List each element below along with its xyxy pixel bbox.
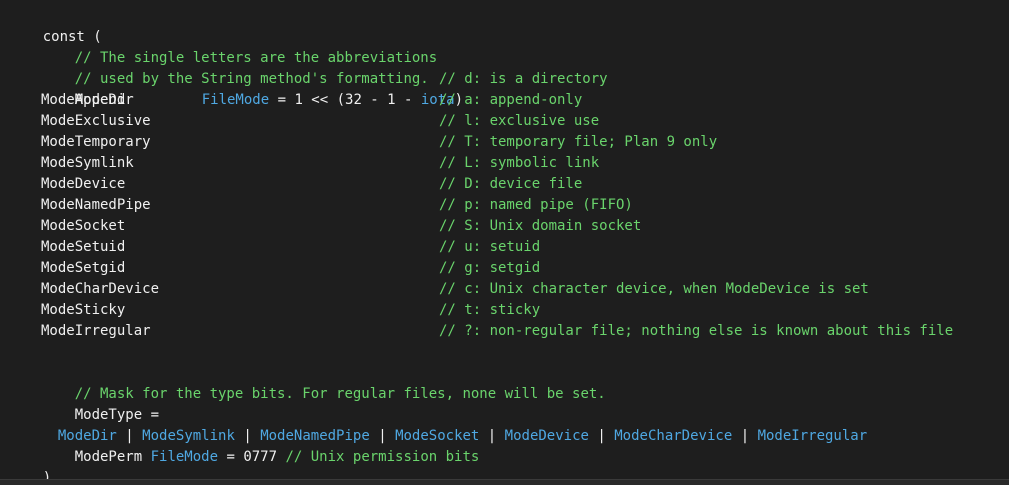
const-comment: // d: is a directory: [439, 71, 608, 87]
bottom-scroll-edge: [0, 479, 1009, 485]
const-comment: // a: append-only: [439, 92, 583, 108]
const-name: ModeCharDevice: [41, 281, 160, 297]
const-comment: // D: device file: [439, 176, 583, 192]
const-comment: // L: symbolic link: [439, 155, 600, 171]
const-name: ModeSocket: [41, 218, 126, 234]
code-line-constant: ModeCharDevice // c: Unix character devic…: [9, 279, 1009, 300]
code-line-mask-comment: // Mask for the type bits. For regular f…: [9, 363, 1009, 402]
code-line-mode-type: ModeType = ModeDir | ModeSymlink | ModeN…: [9, 384, 1009, 444]
code-line-mode-perm: ModePerm FileMode = 0777 // Unix permiss…: [9, 426, 1009, 465]
const-name: ModeSetuid: [41, 239, 126, 255]
code-line-constant: ModeSocket // S: Unix domain socket: [9, 216, 1009, 237]
code-line-constant: ModeIrregular // ?: non-regular file; not…: [9, 321, 1009, 342]
const-comment: // g: setgid: [439, 260, 541, 276]
code-line-constant: ModeSetuid // u: setuid: [9, 237, 1009, 258]
code-line-const-close: ): [9, 447, 1009, 485]
const-name: ModeIrregular: [41, 323, 151, 339]
const-name: ModeExclusive: [41, 113, 151, 129]
const-name: ModeDevice: [41, 176, 126, 192]
const-comment: // u: setuid: [439, 239, 541, 255]
const-name: ModeNamedPipe: [41, 197, 151, 213]
code-line-constant: ModeSetgid // g: setgid: [9, 258, 1009, 279]
code-line-constant: ModeSymlink // L: symbolic link: [9, 153, 1009, 174]
const-comment: // l: exclusive use: [439, 113, 600, 129]
code-line-constant: ModeTemporary // T: temporary file; Plan …: [9, 132, 1009, 153]
code-line-header-comment-2: // used by the String method's formattin…: [9, 48, 1009, 87]
code-line-constant: ModeDevice // D: device file: [9, 174, 1009, 195]
code-editor[interactable]: const ( // The single letters are the ab…: [0, 0, 1009, 485]
const-comment: // T: temporary file; Plan 9 only: [439, 134, 718, 150]
const-comment: // ?: non-regular file; nothing else is …: [439, 323, 954, 339]
code-line-constant: ModeAppend // a: append-only: [9, 90, 1009, 111]
code-line-mode-dir: ModeDir FileMode = 1 << (32 - 1 - iota) /…: [9, 69, 1009, 108]
const-comment: // c: Unix character device, when ModeDe…: [439, 281, 869, 297]
const-comment: // t: sticky: [439, 302, 541, 318]
const-comment: // p: named pipe (FIFO): [439, 197, 633, 213]
code-line-constant: ModeSticky // t: sticky: [9, 300, 1009, 321]
const-name: ModeSetgid: [41, 260, 126, 276]
const-name: ModeTemporary: [41, 134, 151, 150]
const-name: ModeSticky: [41, 302, 126, 318]
code-line-constant: ModeExclusive // l: exclusive use: [9, 111, 1009, 132]
const-name: ModeAppend: [41, 92, 126, 108]
const-comment: // S: Unix domain socket: [439, 218, 642, 234]
constant-list: ModeAppend // a: append-only ModeExclusive…: [9, 90, 1009, 342]
const-name: ModeSymlink: [41, 155, 134, 171]
code-line-header-comment-1: // The single letters are the abbreviati…: [9, 27, 1009, 66]
code-line-const-open: const (: [9, 6, 1009, 45]
code-line-constant: ModeNamedPipe // p: named pipe (FIFO): [9, 195, 1009, 216]
